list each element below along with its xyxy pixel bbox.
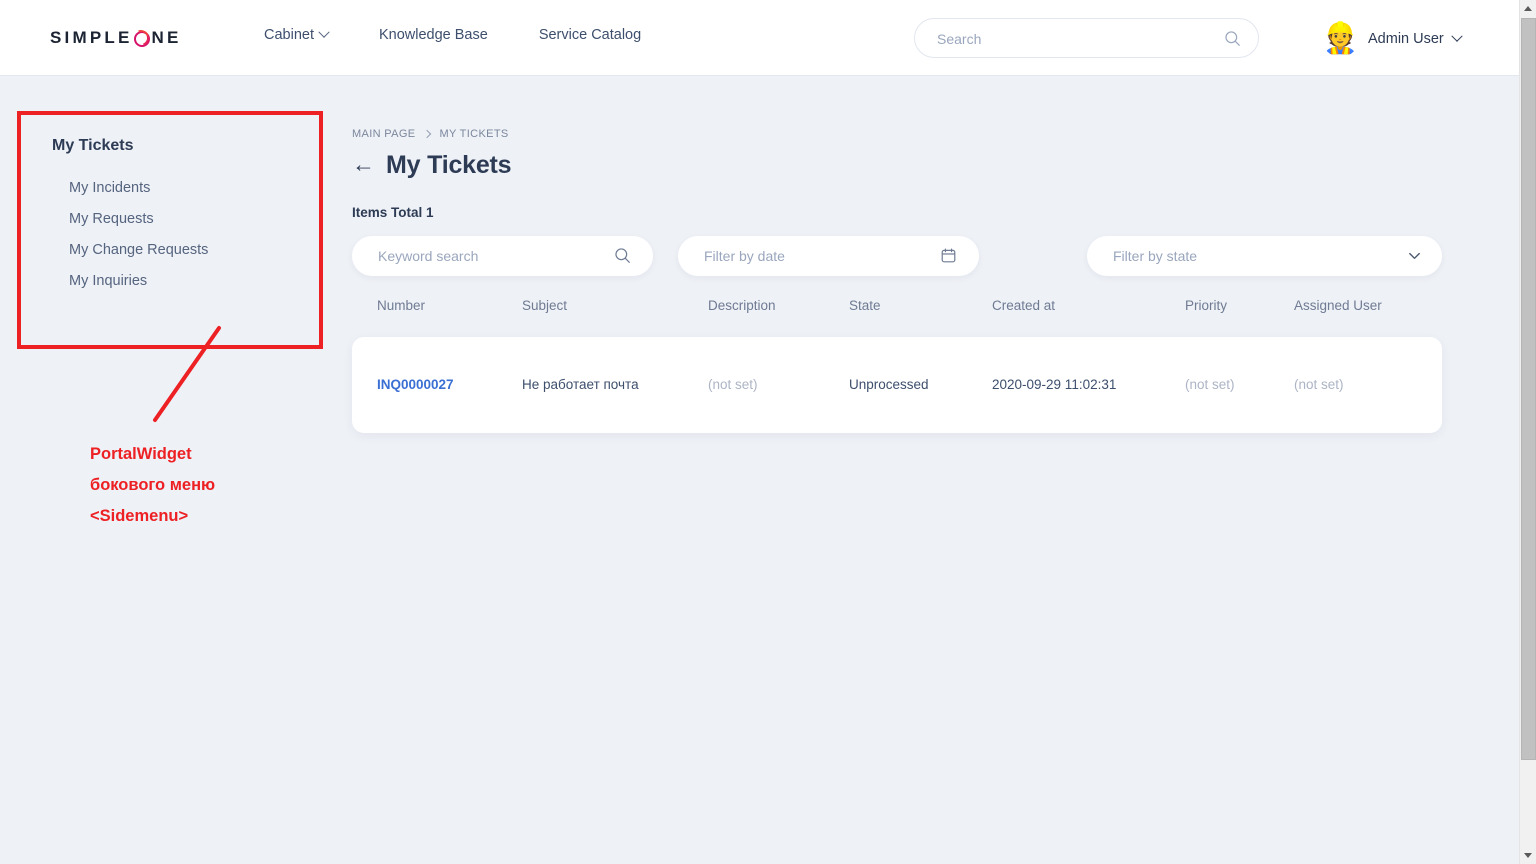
annotation-label-line-2: бокового меню — [90, 476, 216, 494]
state-filter-placeholder: Filter by state — [1113, 248, 1198, 264]
cell-assigned-user: (not set) — [1294, 377, 1344, 392]
chevron-down-icon[interactable] — [1407, 248, 1422, 268]
date-filter-field[interactable]: Filter by date — [678, 236, 979, 276]
column-header-state[interactable]: State — [849, 298, 881, 313]
nav-item-cabinet-label: Cabinet — [264, 27, 314, 43]
sidebar-item-my-requests[interactable]: My Requests — [69, 211, 154, 227]
items-total-label: Items Total 1 — [352, 205, 434, 220]
avatar: 👷 — [1322, 21, 1359, 55]
site-header: SIMPLE NE Cabinet Knowledge Base Service … — [0, 0, 1519, 76]
keyword-search-field[interactable]: Keyword search — [352, 236, 653, 276]
table-header-row: Number Subject Description State Created… — [352, 298, 1442, 320]
nav-item-service-catalog[interactable]: Service Catalog — [539, 27, 641, 43]
main-content: MAIN PAGE MY TICKETS ← My Tickets Items … — [352, 111, 1442, 433]
nav-item-knowledge-base-label: Knowledge Base — [378, 27, 488, 43]
sidebar-link-list: My Incidents My Requests My Change Reque… — [43, 180, 297, 289]
chevron-down-icon — [1451, 30, 1463, 42]
column-header-assigned-user[interactable]: Assigned User — [1294, 298, 1382, 313]
nav-item-knowledge-base[interactable]: Knowledge Base — [379, 27, 488, 43]
cell-priority: (not set) — [1185, 377, 1235, 392]
search-icon[interactable] — [614, 247, 631, 269]
table-row[interactable]: INQ0000027 Не работает почта (not set) U… — [352, 337, 1442, 433]
vertical-scrollbar[interactable] — [1519, 0, 1536, 864]
chevron-right-icon — [423, 129, 432, 139]
simpleone-logo[interactable]: SIMPLE NE — [50, 28, 182, 48]
annotation-label-line-1: PortalWidget — [90, 445, 192, 463]
cell-state: Unprocessed — [849, 377, 929, 392]
breadcrumb-item-main-page[interactable]: MAIN PAGE — [352, 128, 415, 140]
column-header-created-at[interactable]: Created at — [992, 298, 1055, 313]
sidebar-item-my-inquiries[interactable]: My Inquiries — [69, 273, 147, 289]
page-title-row: ← My Tickets — [352, 151, 1442, 180]
state-filter-field[interactable]: Filter by state — [1087, 236, 1442, 276]
cell-description: (not set) — [708, 377, 758, 392]
user-menu[interactable]: 👷 Admin User — [1322, 20, 1463, 57]
sidebar-title: My Tickets — [52, 137, 134, 154]
scrollbar-thumb[interactable] — [1521, 18, 1536, 760]
main-navigation: Cabinet Knowledge Base Service Catalog — [264, 26, 641, 43]
calendar-icon[interactable] — [940, 247, 957, 269]
tickets-table: Number Subject Description State Created… — [352, 298, 1442, 433]
column-header-description[interactable]: Description — [708, 298, 776, 313]
sidebar-item-my-change-requests[interactable]: My Change Requests — [69, 242, 208, 258]
filter-bar: Keyword search Filter by date Filter by … — [352, 236, 1442, 276]
cell-subject: Не работает почта — [522, 377, 639, 392]
user-name-label: Admin User — [1368, 30, 1444, 47]
search-input[interactable] — [935, 19, 1209, 59]
nav-item-service-catalog-label: Service Catalog — [538, 27, 642, 43]
date-filter-placeholder: Filter by date — [704, 248, 785, 264]
logo-prefix-text: SIMPLE — [50, 28, 133, 47]
annotation-label-line-3: <Sidemenu> — [90, 507, 189, 525]
sidebar-item-my-incidents[interactable]: My Incidents — [69, 180, 150, 196]
column-header-number[interactable]: Number — [377, 298, 425, 313]
page-title: My Tickets — [386, 151, 512, 179]
cell-number[interactable]: INQ0000027 — [377, 377, 454, 392]
search-icon — [1224, 30, 1241, 52]
breadcrumb-item-my-tickets: MY TICKETS — [439, 128, 509, 140]
scroll-down-arrow-icon[interactable] — [1520, 847, 1536, 864]
logo-suffix-text: NE — [151, 28, 182, 47]
global-search-box[interactable] — [914, 18, 1259, 59]
breadcrumb: MAIN PAGE MY TICKETS — [352, 128, 1442, 140]
column-header-priority[interactable]: Priority — [1185, 298, 1227, 313]
annotation-label: PortalWidget бокового меню <Sidemenu> — [90, 439, 215, 532]
column-header-subject[interactable]: Subject — [522, 298, 567, 313]
sidemenu-portal-widget: My Tickets My Incidents My Requests My C… — [17, 111, 323, 349]
portal-page: SIMPLE NE Cabinet Knowledge Base Service … — [0, 0, 1536, 864]
nav-item-cabinet[interactable]: Cabinet — [264, 26, 330, 43]
keyword-search-placeholder: Keyword search — [378, 248, 479, 264]
logo-ring-icon — [133, 31, 150, 47]
cell-created-at: 2020-09-29 11:02:31 — [992, 377, 1117, 392]
chevron-down-icon — [318, 26, 330, 38]
back-arrow-icon[interactable]: ← — [352, 153, 375, 176]
scroll-up-arrow-icon[interactable] — [1520, 0, 1536, 17]
